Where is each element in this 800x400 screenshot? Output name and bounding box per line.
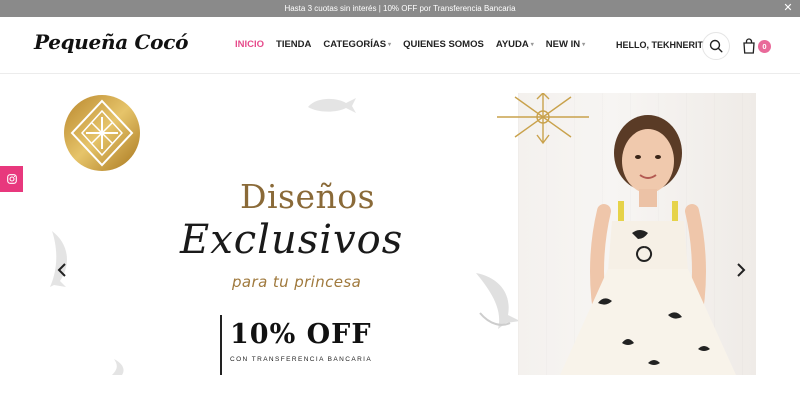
chevron-right-icon [737,263,746,277]
hero-offer-subtitle: CON TRANSFERENCIA BANCARIA [230,356,373,363]
promo-bar: Hasta 3 cuotas sin interés | 10% OFF por… [0,0,800,17]
snowflake-decoration-icon [497,93,589,145]
hero-subtitle: para tu princesa [232,273,362,291]
instagram-icon [6,174,17,184]
chevron-down-icon: ▾ [582,42,586,48]
chevron-left-icon [57,263,66,277]
account-greeting[interactable]: HELLO, TEKHNERIT [616,40,703,50]
hero-title-line2: Exclusivos [180,217,404,263]
nav-item-label: CATEGORÍAS [323,39,387,50]
nav-item-label: NEW IN [545,39,581,50]
nav-item-label: INICIO [235,39,265,50]
nav-item-categorias[interactable]: CATEGORÍAS ▾ [323,39,391,50]
search-button[interactable] [702,32,730,60]
whale-decoration-icon [50,231,67,287]
whale-decoration-icon [112,359,124,375]
hero-title-line1: Diseños [240,177,376,216]
instagram-button[interactable] [0,166,23,192]
slider-next-button[interactable] [733,262,749,278]
hero-divider [220,315,222,375]
nav-item-quienes-somos[interactable]: QUIENES SOMOS [403,39,484,50]
nav-item-ayuda[interactable]: AYUDA ▾ [496,39,534,50]
nav-item-tienda[interactable]: TIENDA [276,39,311,50]
nav-item-label: AYUDA [495,39,529,50]
nav-item-label: QUIENES SOMOS [403,39,484,50]
nav-item-new-in[interactable]: NEW IN ▾ [546,39,585,50]
cart-count-badge: 0 [758,40,771,53]
whale-decoration-icon [308,98,356,113]
promo-text: Hasta 3 cuotas sin interés | 10% OFF por… [284,4,516,13]
whale-decoration-icon [476,273,520,329]
search-icon [709,39,723,53]
chevron-down-icon: ▾ [388,42,392,48]
site-header: Pequeña Cocó INICIO TIENDA CATEGORÍAS ▾ … [0,17,800,74]
shopping-bag-icon[interactable] [741,38,757,54]
nav-item-label: TIENDA [276,39,312,50]
hero-offer: 10% OFF [230,319,372,350]
hero-slider: Diseños Exclusivos para tu princesa 10% … [48,93,756,375]
brand-emblem-icon [64,95,140,171]
close-icon[interactable]: ✕ [782,2,794,14]
nav-item-inicio[interactable]: INICIO [235,39,264,50]
site-logo[interactable]: Pequeña Cocó [34,30,188,54]
chevron-down-icon: ▾ [530,42,534,48]
slider-prev-button[interactable] [54,262,70,278]
main-nav: INICIO TIENDA CATEGORÍAS ▾ QUIENES SOMOS… [235,39,585,50]
